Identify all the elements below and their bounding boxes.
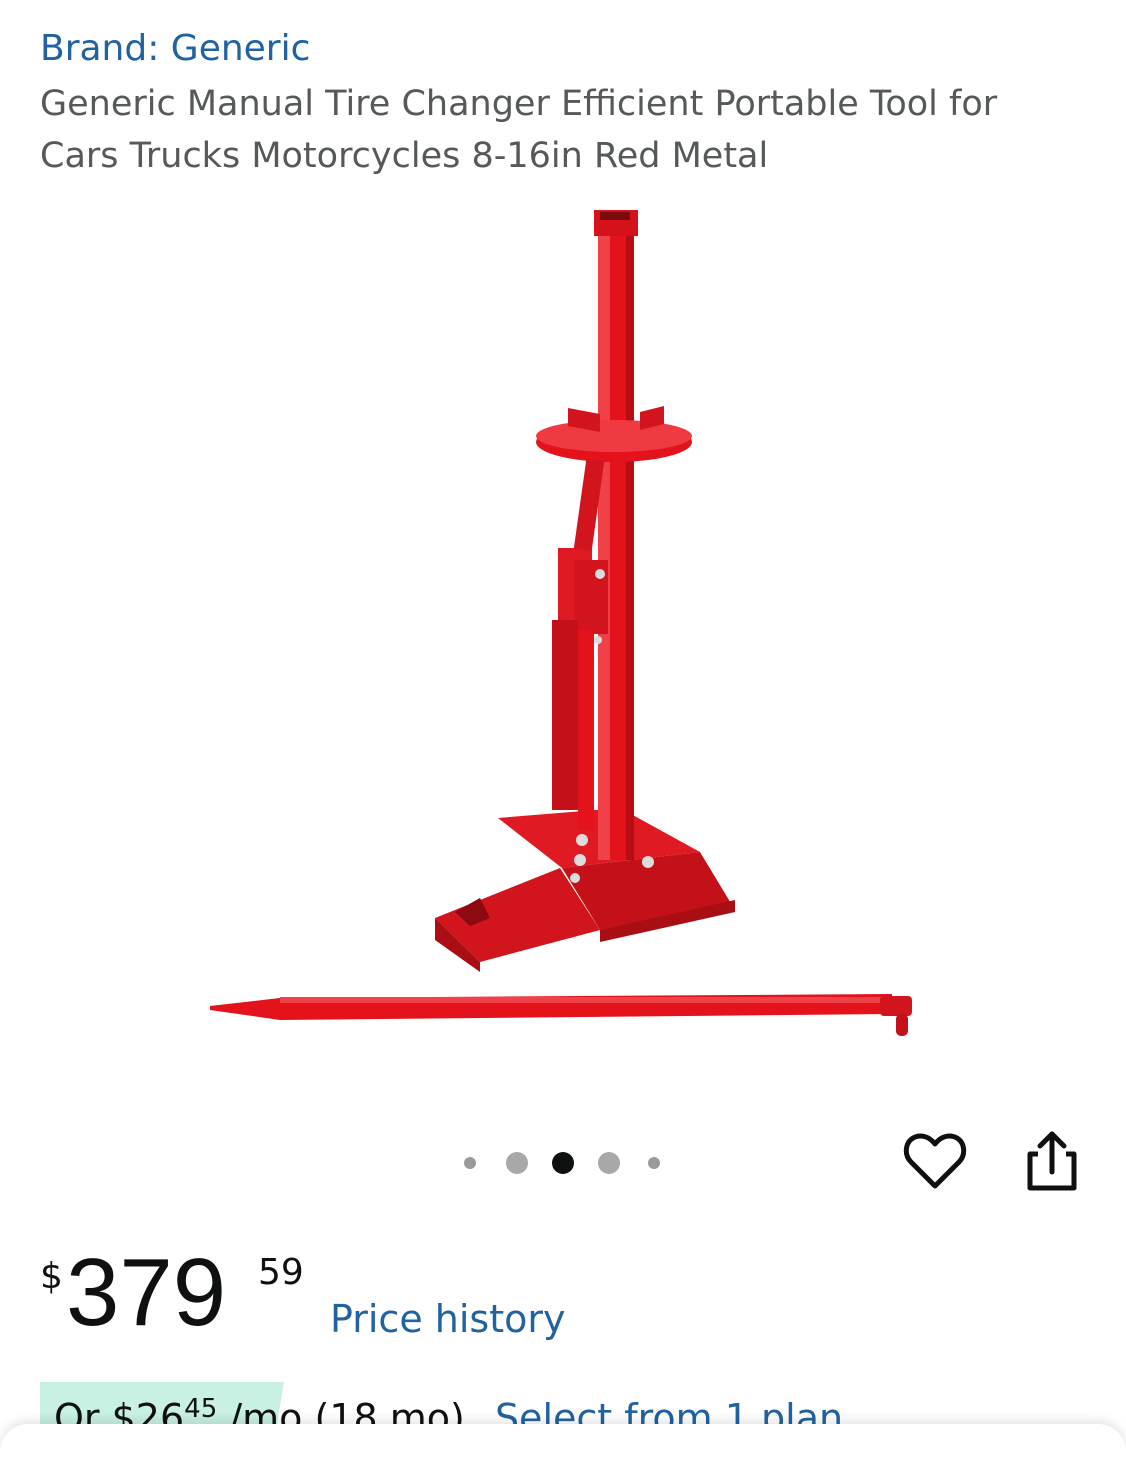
product-header: Brand: Generic Generic Manual Tire Chang…	[40, 26, 1080, 182]
price-whole: 379	[66, 1239, 227, 1346]
price-fraction: 59	[258, 1252, 304, 1293]
price-currency: $	[40, 1256, 63, 1297]
carousel-dot[interactable]	[464, 1157, 476, 1169]
installment-amount-fraction: 45	[184, 1394, 218, 1424]
carousel-dot[interactable]	[506, 1152, 528, 1174]
price-history-link[interactable]: Price history	[330, 1293, 565, 1345]
product-title: Generic Manual Tire Changer Efficient Po…	[40, 84, 998, 176]
heart-icon[interactable]	[902, 1130, 968, 1196]
brand-link[interactable]: Brand: Generic	[40, 26, 1080, 72]
carousel-dot[interactable]	[598, 1152, 620, 1174]
share-icon[interactable]	[1024, 1128, 1080, 1198]
carousel-dot[interactable]	[648, 1157, 660, 1169]
product-image[interactable]	[180, 200, 940, 1050]
tire-changer-illustration	[210, 210, 912, 1036]
carousel-dot-active[interactable]	[552, 1152, 574, 1174]
image-carousel-dots[interactable]	[458, 1148, 678, 1178]
bottom-sheet[interactable]	[0, 1424, 1126, 1464]
